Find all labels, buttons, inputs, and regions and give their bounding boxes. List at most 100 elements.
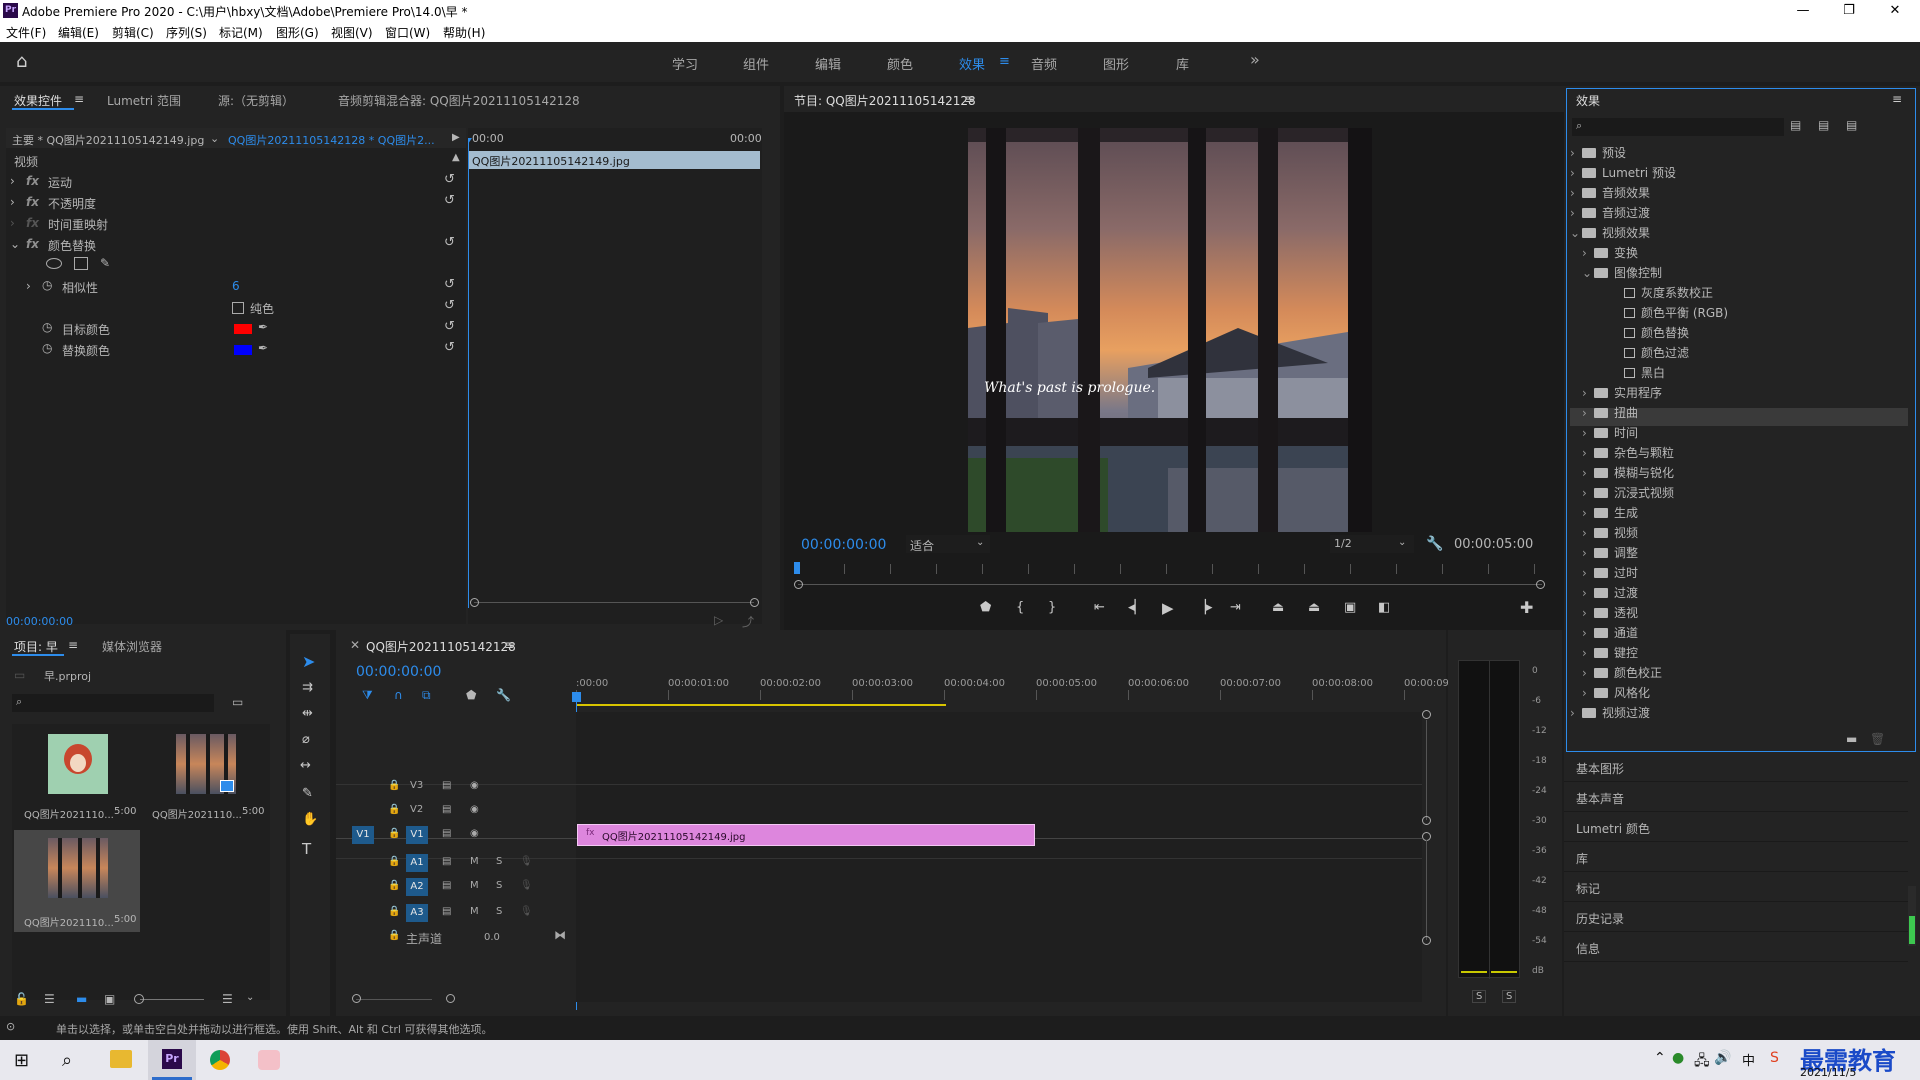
freeform-view-icon[interactable]: ▣ <box>104 992 115 1006</box>
menu-view[interactable]: 视图(V) <box>331 24 373 41</box>
side-panel-header[interactable]: 基本声音 <box>1564 784 1908 812</box>
expand-motion-icon[interactable]: › <box>10 174 15 188</box>
tab-lumetri-scopes[interactable]: Lumetri 范围 <box>107 92 181 109</box>
expand-opacity-icon[interactable]: › <box>10 195 15 209</box>
wrench-icon[interactable]: 🔧 <box>1426 536 1443 552</box>
chevron-right-icon[interactable]: › <box>1582 446 1594 460</box>
effect-folder[interactable]: › 调整 <box>1582 544 1638 561</box>
expand-time-remap-icon[interactable]: › <box>10 216 15 230</box>
sequence-clip-label[interactable]: QQ图片20211105142128 * QQ图片2... <box>228 132 435 148</box>
go-to-in-icon[interactable]: ⇤ <box>1094 600 1105 615</box>
more-workspaces-icon[interactable]: » <box>1250 50 1260 69</box>
windows-start-icon[interactable]: ⊞ <box>14 1050 29 1071</box>
tab-audio-clip-mixer[interactable]: 音频剪辑混合器: QQ图片20211105142128 <box>338 92 580 109</box>
eyedropper-icon[interactable]: ✒ <box>258 320 268 334</box>
close-sequence-icon[interactable]: ✕ <box>350 638 360 652</box>
menu-help[interactable]: 帮助(H) <box>443 24 485 41</box>
hand-tool-icon[interactable]: ✋ <box>302 812 318 827</box>
chevron-right-icon[interactable]: › <box>1570 206 1582 220</box>
lock-icon[interactable]: 🔒 <box>388 828 400 839</box>
reset-motion-icon[interactable]: ↺ <box>444 172 455 187</box>
effect-folder[interactable]: › 风格化 <box>1582 684 1650 701</box>
source-patch-v1[interactable]: V1 <box>352 826 374 844</box>
go-to-out-icon[interactable]: ⇥ <box>1230 600 1241 615</box>
timeline-playhead-handle[interactable] <box>572 692 581 702</box>
track-v2-label[interactable]: V2 <box>410 804 423 815</box>
tab-project[interactable]: 项目: 早 <box>14 638 58 655</box>
solo-button[interactable]: S <box>496 880 502 891</box>
add-marker-icon[interactable]: ⬟ <box>466 688 476 702</box>
ec-timecode[interactable]: 00:00:00:00 <box>6 615 73 628</box>
minimize-button[interactable]: — <box>1780 0 1826 22</box>
project-search-input[interactable]: ⌕ <box>12 694 214 712</box>
icon-view-icon[interactable]: ▬ <box>76 992 87 1006</box>
play-clip-icon[interactable]: ▶ <box>452 132 460 143</box>
project-item[interactable]: QQ图片2021110... 5:00 <box>14 728 140 822</box>
effect-item[interactable]: 颜色平衡 (RGB) <box>1594 304 1728 321</box>
chevron-right-icon[interactable]: › <box>1582 506 1594 520</box>
side-panel-header[interactable]: 基本图形 <box>1564 754 1908 782</box>
vertical-scrollbar[interactable] <box>1422 710 1432 1000</box>
home-icon[interactable]: ⌂ <box>16 52 38 72</box>
mic-icon[interactable]: 🎙 <box>520 856 533 867</box>
mark-in-icon[interactable]: { <box>1016 600 1024 615</box>
effect-folder[interactable]: › 透视 <box>1582 604 1638 621</box>
lock-icon[interactable]: 🔒 <box>388 880 400 891</box>
add-button-icon[interactable]: ✚ <box>1520 598 1533 617</box>
target-color-swatch[interactable] <box>234 324 252 334</box>
fx-icon[interactable]: fx <box>26 195 39 209</box>
master-clip-label[interactable]: 主要 * QQ图片20211105142149.jpg <box>12 132 204 148</box>
chevron-right-icon[interactable]: › <box>1582 546 1594 560</box>
master-volume-value[interactable]: 0.0 <box>484 932 500 943</box>
sync-lock-icon[interactable]: ▤ <box>442 906 451 917</box>
reset-similarity-icon[interactable]: ↺ <box>444 277 455 292</box>
type-tool-icon[interactable]: T <box>302 840 311 858</box>
lock-icon[interactable]: 🔒 <box>388 930 400 941</box>
eyedropper-icon[interactable]: ✒ <box>258 341 268 355</box>
work-area-bar[interactable] <box>576 704 946 706</box>
similarity-value[interactable]: 6 <box>232 279 240 293</box>
effect-folder[interactable]: › 生成 <box>1582 504 1638 521</box>
program-zoom-bar[interactable] <box>798 584 1542 585</box>
program-time-ruler[interactable] <box>798 564 1538 574</box>
lock-icon[interactable]: 🔒 <box>388 780 400 791</box>
tab-graphics[interactable]: 图形 <box>1103 54 1129 73</box>
network-icon[interactable]: 🖧 <box>1694 1050 1710 1074</box>
track-a1-label[interactable]: A1 <box>406 854 428 872</box>
tab-assembly[interactable]: 组件 <box>743 54 769 73</box>
effect-folder[interactable]: › 颜色校正 <box>1582 664 1662 681</box>
32bit-effects-icon[interactable]: ▤ <box>1818 118 1829 132</box>
side-panel-header[interactable]: Lumetri 颜色 <box>1564 814 1908 842</box>
chevron-right-icon[interactable]: › <box>1582 526 1594 540</box>
chevron-right-icon[interactable]: › <box>1582 246 1594 260</box>
add-marker-icon[interactable]: ⬟ <box>980 600 991 615</box>
file-explorer-icon[interactable] <box>110 1050 132 1068</box>
export-frame-icon[interactable]: ⤴ <box>742 613 754 630</box>
collapse-color-replace-icon[interactable]: ⌄ <box>10 237 20 251</box>
zoom-slider-handle[interactable] <box>134 994 144 1004</box>
solo-left-button[interactable]: S <box>1472 990 1487 1003</box>
panel-menu-icon[interactable]: ≡ <box>504 638 514 652</box>
mark-out-icon[interactable]: } <box>1048 600 1056 615</box>
side-panel-header[interactable]: 库 <box>1564 844 1908 872</box>
effect-folder[interactable]: › 杂色与颗粒 <box>1582 444 1674 461</box>
panel-menu-icon[interactable]: ≡ <box>68 638 78 652</box>
ellipse-mask-icon[interactable] <box>46 258 62 269</box>
delete-icon[interactable]: 🗑 <box>1870 732 1885 746</box>
ec-zoom-handle-left[interactable] <box>470 598 479 607</box>
chevron-right-icon[interactable]: › <box>1582 666 1594 680</box>
track-v3-label[interactable]: V3 <box>410 780 423 791</box>
replace-color-swatch[interactable] <box>234 345 252 355</box>
go-to-end-icon[interactable]: ⧓ <box>554 928 566 942</box>
panel-menu-icon[interactable]: ≡ <box>1892 92 1902 106</box>
tab-libraries[interactable]: 库 <box>1176 54 1189 73</box>
chrome-icon[interactable] <box>210 1050 230 1070</box>
panel-menu-icon[interactable]: ≡ <box>964 92 974 106</box>
track-a3-label[interactable]: A3 <box>406 904 428 922</box>
chevron-right-icon[interactable]: › <box>1582 426 1594 440</box>
volume-icon[interactable]: 🔊 <box>1714 1050 1731 1066</box>
solo-button[interactable]: S <box>496 856 502 867</box>
fit-dropdown[interactable]: 适合 ⌄ <box>906 535 990 553</box>
h-scroll-handle-left[interactable] <box>352 994 361 1003</box>
chevron-right-icon[interactable]: › <box>1582 466 1594 480</box>
